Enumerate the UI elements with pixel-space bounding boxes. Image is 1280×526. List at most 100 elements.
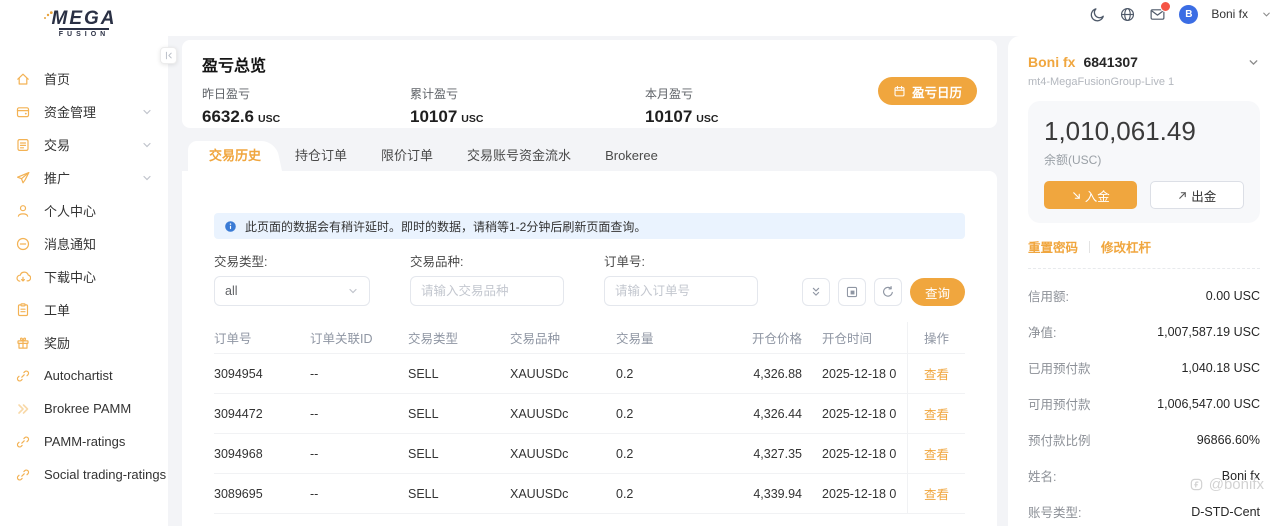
sidebar-item-downloads[interactable]: 下载中心 (0, 260, 168, 293)
sidebar-item-notifications[interactable]: 消息通知 (0, 227, 168, 260)
view-order-link[interactable]: 查看 (924, 444, 949, 463)
wallet-icon (15, 104, 31, 120)
chevron-down-icon[interactable] (1247, 56, 1260, 69)
tab-account-flow[interactable]: 交易账号资金流水 (450, 141, 588, 171)
sidebar-item-profile[interactable]: 个人中心 (0, 194, 168, 227)
refresh-button[interactable] (873, 278, 902, 306)
orders-card-body: 此页面的数据会有稍许延时。即时的数据，请稍等1-2分钟后刷新页面查询。 交易类型… (182, 171, 997, 526)
sidebar-item-brokree-pamm[interactable]: Brokree PAMM (0, 392, 168, 425)
balance-actions: 入金 出金 (1044, 181, 1244, 209)
sidebar-item-promotion[interactable]: 推广 (0, 161, 168, 194)
promotion-icon (15, 170, 31, 186)
trade-type-select[interactable]: all (214, 276, 370, 306)
sidebar-item-label: Social trading-ratings (44, 467, 167, 482)
pnl-overview-card: 盈亏总览 昨日盈亏 6632.6 USC 累计盈亏 10107 USC 本月盈亏 1… (182, 40, 997, 128)
watermark-logo-icon (1190, 478, 1202, 491)
chevron-down-icon (141, 139, 153, 151)
stat-yesterday-pnl: 昨日盈亏 6632.6 USC (202, 87, 281, 126)
expand-filters-button[interactable] (801, 278, 830, 306)
trade-icon (15, 137, 31, 153)
main-content: 盈亏总览 昨日盈亏 6632.6 USC 累计盈亏 10107 USC 本月盈亏 1… (182, 40, 997, 526)
sidebar-item-autochartist[interactable]: Autochartist (0, 359, 168, 392)
change-leverage-link[interactable]: 修改杠杆 (1101, 237, 1151, 256)
orders-card: 交易历史 持仓订单 限价订单 交易账号资金流水 Brokeree 此页面的数据会… (182, 141, 997, 526)
sidebar-item-tickets[interactable]: 工单 (0, 293, 168, 326)
arrow-up-right-icon (1179, 191, 1187, 199)
stat-month-pnl: 本月盈亏 10107 USC (645, 87, 719, 126)
withdraw-button[interactable]: 出金 (1149, 181, 1244, 209)
tab-open-orders[interactable]: 持仓订单 (278, 141, 364, 171)
sidebar-item-social-ratings[interactable]: Social trading-ratings (0, 458, 168, 491)
chevron-down-icon (141, 172, 153, 184)
table-row: 3094472 -- SELL XAUUSDc 0.2 4,326.44 202… (214, 394, 965, 434)
account-number: 6841307 (1083, 54, 1138, 70)
logo-spark-icon (43, 5, 53, 19)
table-header-row: 订单号 订单关联ID 交易类型 交易品种 交易量 开仓价格 开仓时间 操作 (214, 322, 965, 354)
orders-table: 订单号 订单关联ID 交易类型 交易品种 交易量 开仓价格 开仓时间 操作 30… (214, 322, 965, 514)
sidebar-item-label: 首页 (44, 72, 71, 87)
filter-bar: 交易类型: all 交易品种: 订单号: (214, 251, 965, 306)
export-button[interactable] (837, 278, 866, 306)
brand-logo: MEGA FUSION (0, 0, 168, 48)
account-header: Boni fx 6841307 (1028, 54, 1260, 70)
reward-icon (15, 335, 31, 351)
topbar-username[interactable]: Boni fx (1211, 7, 1248, 21)
account-server-line: mt4-MegaFusionGroup-Live 1 (1028, 76, 1175, 88)
tab-limit-orders[interactable]: 限价订单 (364, 141, 450, 171)
delay-notice-text: 此页面的数据会有稍许延时。即时的数据，请稍等1-2分钟后刷新页面查询。 (245, 219, 647, 234)
mail-icon[interactable] (1149, 0, 1172, 23)
reset-password-link[interactable]: 重置密码 (1028, 237, 1078, 256)
view-order-link[interactable]: 查看 (924, 484, 949, 503)
filter-actions: 查询 (801, 278, 965, 306)
avatar[interactable]: B (1179, 4, 1199, 24)
detail-account-type: 账号类型: D-STD-Cent (1028, 504, 1260, 521)
topbar: B Boni fx (168, 0, 1280, 36)
account-panel: Boni fx 6841307 mt4-MegaFusionGroup-Live… (1008, 36, 1280, 526)
sidebar-item-label: Autochartist (44, 368, 113, 383)
order-number-input[interactable] (604, 276, 758, 306)
pnl-calendar-button[interactable]: 盈亏日历 (877, 77, 977, 105)
sidebar-item-label: PAMM-ratings (44, 434, 126, 449)
link-icon (15, 368, 31, 384)
sidebar-nav: 首页 资金管理 交易 推广 个人中心 消息通知 下载中心 工单 奖励 Autoc… (0, 48, 168, 491)
deposit-button[interactable]: 入金 (1044, 181, 1137, 209)
page: MEGA FUSION 首页 资金管理 交易 推广 个人中心 消息通知 下载中心… (0, 0, 1280, 526)
home-icon (15, 71, 31, 87)
chevron-down-icon[interactable] (1261, 9, 1272, 20)
chevron-down-icon (347, 285, 359, 297)
table-row: 3094968 -- SELL XAUUSDc 0.2 4,327.35 202… (214, 434, 965, 474)
view-order-link[interactable]: 查看 (924, 364, 949, 383)
table-row: 3089695 -- SELL XAUUSDc 0.2 4,339.94 202… (214, 474, 965, 514)
topbar-actions: B Boni fx (1089, 0, 1272, 28)
sidebar-item-label: 工单 (44, 303, 71, 318)
detail-free-margin: 可用预付款 1,006,547.00 USC (1028, 396, 1260, 413)
sidebar-item-home[interactable]: 首页 (0, 62, 168, 95)
language-globe-icon[interactable] (1119, 6, 1136, 23)
download-icon (15, 269, 31, 285)
chevron-down-icon (141, 106, 153, 118)
dark-mode-icon[interactable] (1089, 6, 1106, 23)
notification-badge (1160, 0, 1172, 12)
double-chevron-down-icon (812, 287, 820, 296)
sidebar-collapse-button[interactable] (160, 47, 177, 64)
tab-trade-history[interactable]: 交易历史 (187, 141, 278, 171)
divider (1089, 240, 1091, 253)
link-icon (15, 467, 31, 483)
account-name: Boni fx (1028, 54, 1076, 70)
sidebar-item-trade[interactable]: 交易 (0, 128, 168, 161)
sidebar-item-label: 推广 (44, 171, 71, 186)
collapse-icon (165, 51, 172, 60)
view-order-link[interactable]: 查看 (924, 404, 949, 423)
sidebar-item-funds[interactable]: 资金管理 (0, 95, 168, 128)
tab-brokeree[interactable]: Brokeree (588, 141, 675, 171)
info-icon (224, 220, 237, 233)
sidebar-item-pamm-ratings[interactable]: PAMM-ratings (0, 425, 168, 458)
filter-symbol: 交易品种: (410, 251, 564, 306)
user-icon (15, 203, 31, 219)
message-icon (15, 236, 31, 252)
search-button[interactable]: 查询 (909, 278, 965, 306)
sidebar-item-rewards[interactable]: 奖励 (0, 326, 168, 359)
symbol-input[interactable] (410, 276, 564, 306)
ticket-icon (15, 302, 31, 318)
table-row: 3094954 -- SELL XAUUSDc 0.2 4,326.88 202… (214, 354, 965, 394)
